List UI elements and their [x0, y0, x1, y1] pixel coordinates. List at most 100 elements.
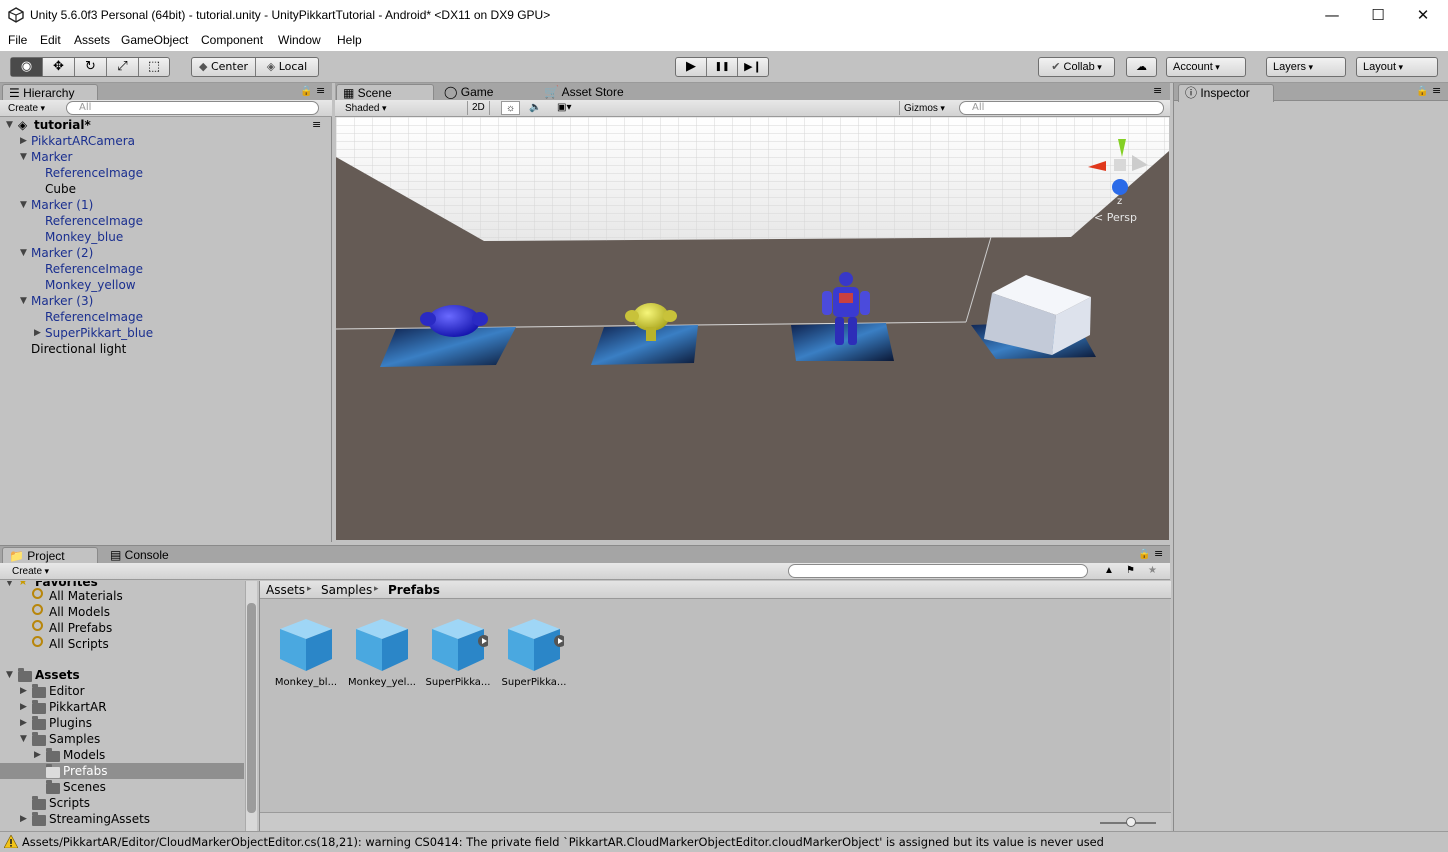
menu-file[interactable]: File	[8, 33, 27, 47]
tab-console[interactable]: ▤ Console	[104, 547, 194, 564]
filter-label-icon[interactable]: ⚑	[1122, 564, 1139, 578]
project-search-input[interactable]	[788, 564, 1088, 578]
collapse-arrow-icon[interactable]: ▶	[20, 811, 27, 827]
rotate-tool-icon[interactable]: ↻	[75, 58, 107, 76]
collapse-arrow-icon[interactable]: ▶	[20, 715, 27, 731]
step-button[interactable]: ▶❙	[738, 58, 768, 76]
folder-item[interactable]: PikkartAR	[49, 699, 107, 715]
expand-arrow-icon[interactable]: ▼	[20, 731, 27, 747]
panel-menu-icon[interactable]: ≡	[316, 84, 325, 97]
menu-gameobject[interactable]: GameObject	[121, 33, 188, 47]
expand-arrow-icon[interactable]: ▼	[20, 149, 27, 165]
hierarchy-create-button[interactable]: Create	[4, 101, 49, 115]
tab-asset-store[interactable]: 🛒 Asset Store	[538, 84, 658, 101]
panel-menu-icon[interactable]: ≡	[1154, 547, 1163, 560]
layers-dropdown[interactable]: Layers	[1266, 57, 1346, 77]
hierarchy-item[interactable]: Monkey_blue	[45, 229, 123, 245]
folder-tree-scrollbar[interactable]	[245, 581, 257, 832]
hierarchy-item[interactable]: Cube	[45, 181, 76, 197]
hierarchy-item[interactable]: ReferenceImage	[45, 165, 143, 181]
minimize-button[interactable]: —	[1312, 4, 1352, 26]
menu-edit[interactable]: Edit	[40, 33, 61, 47]
expand-arrow-icon[interactable]: ▼	[6, 581, 13, 591]
maximize-button[interactable]: ☐	[1358, 4, 1398, 26]
hierarchy-item[interactable]: ReferenceImage	[45, 261, 143, 277]
status-bar[interactable]: Assets/PikkartAR/Editor/CloudMarkerObjec…	[0, 831, 1448, 852]
pause-button[interactable]: ❚❚	[707, 58, 738, 76]
folder-item[interactable]: Editor	[49, 683, 85, 699]
menu-help[interactable]: Help	[337, 33, 362, 47]
view-tool-icon[interactable]: ◉	[11, 58, 43, 76]
prefab-asset[interactable]: Monkey_bl...	[275, 617, 337, 688]
effects-dropdown-icon[interactable]: ▣▾	[553, 101, 575, 115]
close-button[interactable]: ✕	[1403, 4, 1443, 26]
hierarchy-item[interactable]: Directional light	[31, 341, 126, 357]
hierarchy-search-input[interactable]: All	[66, 101, 319, 115]
favorite-item[interactable]: All Scripts	[49, 636, 109, 652]
perspective-label[interactable]: < Persp	[1094, 211, 1137, 224]
folder-item[interactable]: Plugins	[49, 715, 92, 731]
scene-search-input[interactable]: All	[959, 101, 1164, 115]
project-create-button[interactable]: Create	[8, 564, 53, 578]
breadcrumb-assets[interactable]: Assets	[266, 583, 305, 597]
lighting-toggle-icon[interactable]: ☼	[501, 101, 521, 115]
breadcrumb-prefabs[interactable]: Prefabs	[388, 583, 440, 597]
gizmos-dropdown[interactable]: Gizmos	[899, 101, 949, 115]
shading-mode-dropdown[interactable]: Shaded	[341, 101, 459, 115]
scrollbar-thumb[interactable]	[247, 603, 256, 813]
2d-toggle[interactable]: 2D	[467, 101, 490, 115]
move-tool-icon[interactable]: ✥	[43, 58, 75, 76]
panel-menu-icon[interactable]: ≡	[1432, 84, 1441, 97]
expand-arrow-icon[interactable]: ▼	[20, 245, 27, 261]
collapse-arrow-icon[interactable]: ▶	[20, 683, 27, 699]
collapse-arrow-icon[interactable]: ▶	[34, 325, 41, 341]
folder-item[interactable]: StreamingAssets	[49, 811, 150, 827]
pivot-local-button[interactable]: ◈ Local	[256, 58, 318, 76]
expand-arrow-icon[interactable]: ▼	[20, 293, 27, 309]
favorite-item[interactable]: All Materials	[49, 588, 123, 604]
hierarchy-item[interactable]: PikkartARCamera	[31, 133, 135, 149]
scene-menu-icon[interactable]: ≡	[312, 117, 321, 133]
folder-item[interactable]: Scripts	[49, 795, 90, 811]
prefab-asset[interactable]: Monkey_yel...	[348, 617, 416, 688]
tab-game[interactable]: ◯ Game	[438, 84, 532, 101]
assets-header[interactable]: Assets	[35, 667, 80, 683]
favorite-item[interactable]: All Models	[49, 604, 110, 620]
folder-item[interactable]: Models	[63, 747, 105, 763]
panel-menu-icon[interactable]: ≡	[1153, 84, 1162, 97]
collapse-arrow-icon[interactable]: ▶	[20, 699, 27, 715]
prefab-asset[interactable]: SuperPikka...	[502, 617, 566, 688]
collapse-arrow-icon[interactable]: ▶	[34, 747, 41, 763]
hierarchy-item[interactable]: ReferenceImage	[45, 309, 143, 325]
menu-component[interactable]: Component	[201, 33, 263, 47]
hierarchy-item[interactable]: Marker (2)	[31, 245, 93, 261]
favorite-star-icon[interactable]: ★	[1144, 564, 1161, 578]
folder-item[interactable]: Scenes	[63, 779, 106, 795]
lock-icon[interactable]: 🔒	[1138, 549, 1150, 560]
layout-dropdown[interactable]: Layout	[1356, 57, 1438, 77]
account-dropdown[interactable]: Account	[1166, 57, 1246, 77]
lock-icon[interactable]: 🔒	[1416, 86, 1428, 97]
audio-toggle-icon[interactable]: 🔈	[525, 101, 545, 115]
hierarchy-item[interactable]: Marker (3)	[31, 293, 93, 309]
filter-type-icon[interactable]: ▲	[1100, 564, 1118, 578]
collab-dropdown[interactable]: ✔ Collab	[1038, 57, 1115, 77]
hierarchy-item[interactable]: Marker (1)	[31, 197, 93, 213]
collapse-arrow-icon[interactable]: ▶	[20, 133, 27, 149]
hierarchy-item[interactable]: Marker	[31, 149, 72, 165]
menu-window[interactable]: Window	[278, 33, 321, 47]
folder-item-selected[interactable]: Prefabs	[63, 763, 108, 779]
expand-arrow-icon[interactable]: ▼	[20, 197, 27, 213]
scene-viewport[interactable]: z < Persp	[336, 117, 1169, 540]
play-button[interactable]: ▶	[676, 58, 707, 76]
scale-tool-icon[interactable]: ⤢	[107, 58, 139, 76]
expand-arrow-icon[interactable]: ▼	[6, 117, 13, 133]
pivot-center-button[interactable]: ◆ Center	[192, 58, 256, 76]
menu-assets[interactable]: Assets	[74, 33, 110, 47]
breadcrumb-samples[interactable]: Samples	[321, 583, 372, 597]
lock-icon[interactable]: 🔒	[300, 86, 312, 97]
slider-handle[interactable]	[1126, 817, 1136, 827]
folder-item[interactable]: Samples	[49, 731, 100, 747]
hierarchy-item[interactable]: Monkey_yellow	[45, 277, 136, 293]
tab-inspector[interactable]: ⓘ Inspector	[1178, 84, 1274, 102]
